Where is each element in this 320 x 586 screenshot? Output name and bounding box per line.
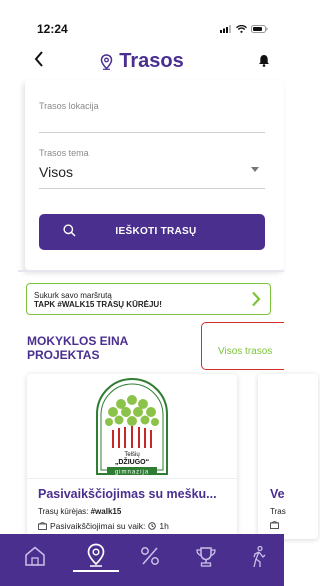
- theme-select-value[interactable]: Visos: [39, 164, 73, 180]
- svg-text:Telšių: Telšių: [124, 452, 140, 458]
- active-tab-indicator: [73, 570, 119, 572]
- all-routes-label: Visos trasos: [218, 346, 273, 357]
- route-card[interactable]: Ve Tras: [258, 374, 318, 539]
- route-card-title: Ve: [270, 487, 285, 501]
- category-icon: [270, 521, 279, 529]
- location-pin-icon: [100, 53, 113, 70]
- walker-icon[interactable]: [251, 546, 267, 568]
- school-logo: Telšių „DŽIUGO“ gimnazija: [96, 378, 168, 476]
- location-input[interactable]: [39, 132, 265, 133]
- search-routes-label: IEŠKOTI TRASŲ: [115, 226, 197, 237]
- battery-icon: [251, 25, 268, 33]
- promo-line1: Sukurk savo maršrutą: [34, 291, 112, 300]
- clock-icon: [148, 522, 157, 530]
- svg-text:„DŽIUGO“: „DŽIUGO“: [115, 457, 149, 466]
- all-routes-link[interactable]: Visos trasos: [201, 322, 284, 370]
- route-card-author: Tras: [270, 507, 286, 516]
- signal-icon: [220, 25, 231, 33]
- app-header: Trasos: [0, 46, 284, 78]
- create-route-banner[interactable]: Sukurk savo maršrutą TAPK #WALK15 TRASŲ …: [26, 283, 271, 315]
- route-card-meta: Pasivaikščiojimai su vaik: 1h: [38, 521, 169, 531]
- author-name: #walk15: [90, 507, 122, 516]
- route-category: Pasivaikščiojimai su vaik:: [50, 521, 146, 531]
- route-card-title: Pasivaikščiojimas su mešku...: [38, 487, 217, 501]
- trophy-icon[interactable]: [195, 546, 217, 567]
- route-card-author: Trasų kūrėjas: #walk15: [38, 507, 121, 516]
- chevron-right-icon: [252, 291, 261, 307]
- search-form: Trasos lokacija Trasos tema Visos IEŠKOT…: [25, 80, 284, 270]
- header-title-group: Trasos: [0, 50, 284, 73]
- author-label: Trasų kūrėjas:: [38, 507, 91, 516]
- route-duration: 1h: [159, 521, 169, 531]
- theme-select-underline: [39, 188, 265, 189]
- location-pin-icon[interactable]: [86, 543, 106, 567]
- promo-line2: TAPK #WALK15 TRASŲ KŪRĖJU!: [34, 300, 162, 309]
- theme-field-label: Trasos tema: [39, 148, 89, 158]
- wifi-icon: [236, 25, 247, 33]
- search-routes-button[interactable]: IEŠKOTI TRASŲ: [39, 214, 265, 250]
- bottom-tab-bar: [0, 534, 284, 586]
- section-title: MOKYKLOS EINA PROJEKTAS: [27, 334, 128, 362]
- location-field-label: Trasos lokacija: [39, 101, 99, 111]
- bell-icon[interactable]: [258, 54, 270, 72]
- status-time: 12:24: [37, 22, 68, 36]
- status-bar: 12:24: [0, 0, 284, 40]
- divider: [18, 270, 284, 272]
- dropdown-caret-icon[interactable]: [251, 167, 259, 172]
- page-title: Trasos: [119, 50, 184, 72]
- home-icon[interactable]: [24, 546, 46, 566]
- route-card[interactable]: Telšių „DŽIUGO“ gimnazija Pasivaikščioji…: [27, 374, 237, 539]
- svg-text:gimnazija: gimnazija: [115, 470, 149, 476]
- status-icons: [220, 25, 268, 33]
- percent-icon[interactable]: [140, 546, 160, 566]
- route-card-image: Telšių „DŽIUGO“ gimnazija: [27, 374, 237, 479]
- category-icon: [38, 522, 47, 530]
